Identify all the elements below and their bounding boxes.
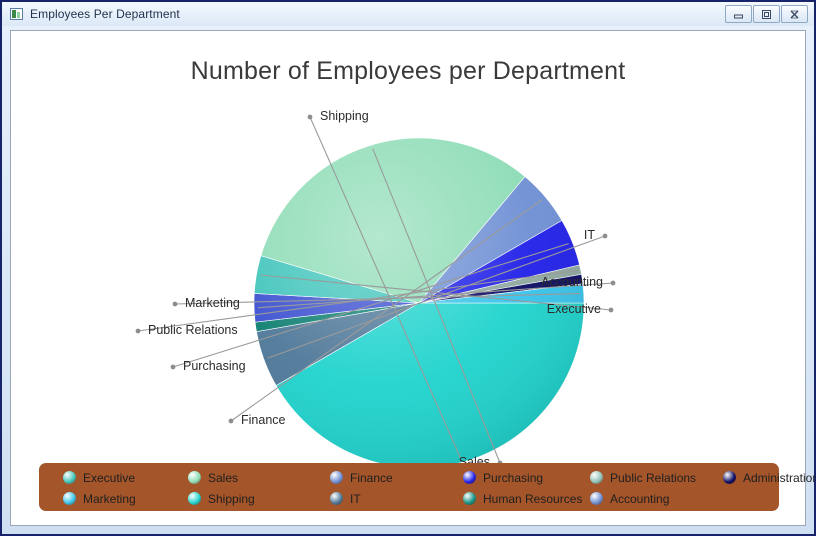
legend-item[interactable]: Purchasing — [463, 471, 543, 485]
pie-slice-label: Accounting — [541, 275, 603, 289]
legend-label: Executive — [83, 470, 136, 485]
legend-row-1: Executive Sales Finance Purchasing Public Re… — [51, 467, 816, 488]
legend-row-2: Marketing Shipping IT Human Resources Accoun… — [51, 488, 769, 509]
legend-label: Sales — [208, 470, 239, 485]
legend-item[interactable]: Sales — [188, 471, 238, 485]
leader-dot — [608, 307, 614, 313]
legend-item[interactable]: Administration — [723, 471, 816, 485]
window-controls — [725, 5, 808, 23]
leader-dot — [307, 114, 313, 120]
application-window: Employees Per Department Number of Emplo… — [0, 0, 816, 536]
pie-slice-label: Purchasing — [183, 359, 246, 373]
legend-label: Accounting — [610, 491, 670, 506]
legend-swatch-icon — [330, 471, 343, 484]
title-bar[interactable]: Employees Per Department — [2, 2, 814, 26]
minimize-button[interactable] — [725, 5, 752, 23]
legend-swatch-icon — [330, 492, 343, 505]
legend-label: Marketing — [83, 491, 136, 506]
legend-label: IT — [350, 491, 361, 506]
legend-swatch-icon — [188, 492, 201, 505]
legend-item[interactable]: Shipping — [188, 492, 255, 506]
legend-swatch-icon — [63, 492, 76, 505]
legend-swatch-icon — [188, 471, 201, 484]
leader-dot — [602, 233, 608, 239]
legend-swatch-icon — [63, 471, 76, 484]
leader-dot — [135, 328, 141, 334]
legend-item[interactable]: Marketing — [63, 492, 136, 506]
legend-item[interactable]: Accounting — [590, 492, 669, 506]
pie-slice-label: Public Relations — [148, 323, 238, 337]
close-button[interactable] — [781, 5, 808, 23]
pie-chart: Shipping IT Accounting Executive Sales Financ… — [11, 31, 805, 525]
chart-panel: Number of Employees per Department Shipp… — [10, 30, 816, 526]
pie-slice-label: IT — [583, 228, 595, 242]
maximize-button[interactable] — [753, 5, 780, 23]
legend-swatch-icon — [723, 471, 736, 484]
legend-label: Human Resources — [483, 491, 583, 506]
legend-swatch-icon — [590, 471, 603, 484]
legend-item[interactable]: Finance — [330, 471, 393, 485]
legend-swatch-icon — [463, 471, 476, 484]
pie-slice-label: Marketing — [185, 296, 240, 310]
legend-label: Purchasing — [483, 470, 544, 485]
pie-slice-label: Finance — [241, 413, 286, 427]
legend: Executive Sales Finance Purchasing Public Re… — [39, 463, 816, 511]
pie-slice-label: Shipping — [320, 109, 369, 123]
legend-label: Public Relations — [610, 470, 697, 485]
legend-label: Shipping — [208, 491, 255, 506]
chart-icon — [10, 8, 23, 20]
legend-label: Finance — [350, 470, 393, 485]
legend-swatch-icon — [590, 492, 603, 505]
leader-dot — [228, 418, 234, 424]
leader-dot — [170, 364, 176, 370]
legend-label: Administration — [743, 470, 816, 485]
legend-item[interactable]: Public Relations — [590, 471, 696, 485]
pie-slice-label: Executive — [546, 302, 601, 316]
legend-item[interactable]: Executive — [63, 471, 135, 485]
legend-item[interactable]: Human Resources — [463, 492, 582, 506]
leader-dot — [610, 280, 616, 286]
legend-item[interactable]: IT — [330, 492, 361, 506]
legend-swatch-icon — [463, 492, 476, 505]
window-title: Employees Per Department — [30, 7, 180, 21]
